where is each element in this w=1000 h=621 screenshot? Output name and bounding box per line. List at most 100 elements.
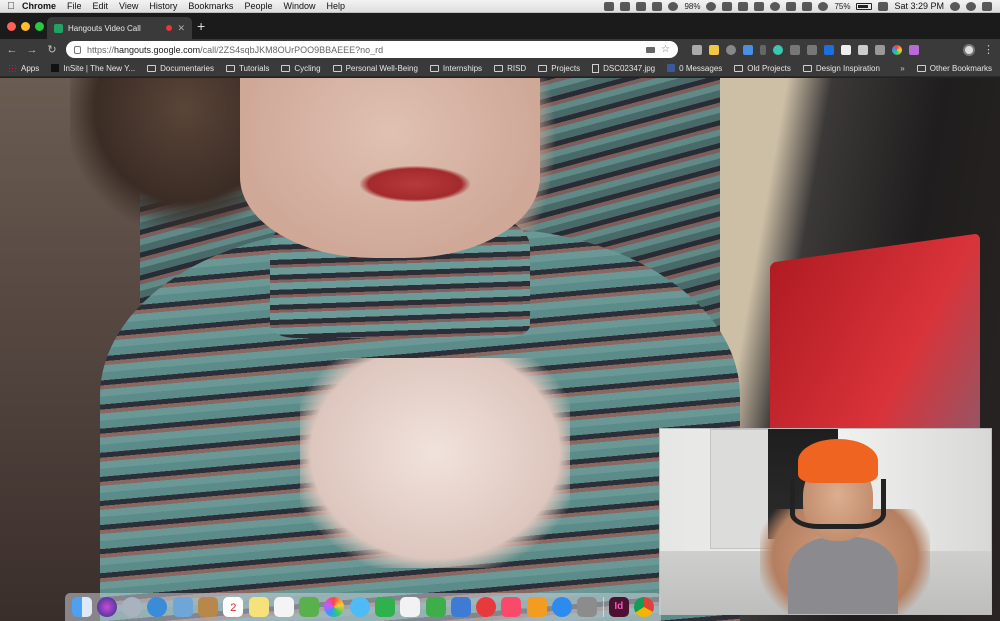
menu-history[interactable]: History <box>149 1 177 11</box>
dropbox-icon[interactable] <box>738 1 749 11</box>
extension-bar-icon[interactable] <box>760 44 766 55</box>
extension-gear-icon[interactable] <box>726 44 736 55</box>
extension-purple-icon[interactable] <box>909 44 919 55</box>
timer-icon[interactable] <box>706 1 717 11</box>
extension-layers-icon[interactable] <box>743 44 753 55</box>
extension-grid-icon[interactable] <box>790 44 800 55</box>
apple-menu-icon[interactable]:  <box>0 1 22 12</box>
menu-bookmarks[interactable]: Bookmarks <box>188 1 233 11</box>
menu-window[interactable]: Window <box>283 1 315 11</box>
url-text[interactable]: https://hangouts.google.com/call/2ZS4sqb… <box>87 45 640 55</box>
app-store-icon[interactable] <box>551 597 572 617</box>
photos-icon[interactable] <box>324 597 345 617</box>
menu-edit[interactable]: Edit <box>93 1 109 11</box>
extension-notes-icon[interactable] <box>709 44 719 55</box>
extension-tag-icon[interactable] <box>875 44 885 55</box>
bookmark-star-icon[interactable]: ☆ <box>661 44 670 55</box>
forward-icon[interactable]: → <box>26 44 38 56</box>
facetime-icon[interactable] <box>375 597 396 617</box>
siri-icon[interactable] <box>96 597 117 617</box>
menu-help[interactable]: Help <box>326 1 345 11</box>
clock[interactable]: Sat 3:29 PM <box>894 1 944 11</box>
bookmark-insite[interactable]: InSite | The New Y... <box>51 64 135 73</box>
maximize-window-icon[interactable] <box>35 22 44 31</box>
music-icon[interactable] <box>501 597 522 617</box>
numbers-icon[interactable] <box>425 597 446 617</box>
grammarly-icon[interactable] <box>668 1 679 11</box>
menu-app-name[interactable]: Chrome <box>22 1 56 11</box>
extension-circle-icon[interactable] <box>773 44 783 55</box>
notes-book-icon[interactable] <box>198 597 219 617</box>
self-view-video[interactable] <box>659 428 992 615</box>
back-icon[interactable]: ← <box>6 44 18 56</box>
bookmark-personal-well-being[interactable]: Personal Well-Being <box>332 64 418 73</box>
extension-home-icon[interactable] <box>858 44 868 55</box>
bookmark-risd[interactable]: RISD <box>494 64 526 73</box>
notification-center-icon[interactable] <box>982 1 992 11</box>
system-preferences-icon[interactable] <box>577 597 598 617</box>
new-tab-button[interactable]: + <box>197 19 205 33</box>
extension-shield-icon[interactable] <box>824 44 834 55</box>
address-bar[interactable]: https://hangouts.google.com/call/2ZS4sqb… <box>66 41 678 58</box>
bookmark-dsc02347[interactable]: DSC02347.jpg <box>592 63 655 73</box>
preview-icon[interactable] <box>172 597 193 617</box>
chrome-icon[interactable] <box>634 597 655 617</box>
tab-close-icon[interactable]: ✕ <box>177 23 185 34</box>
hangouts-favicon-icon <box>54 23 63 33</box>
bookmark-documentaries[interactable]: Documentaries <box>147 64 214 73</box>
stickies-icon[interactable] <box>248 597 269 617</box>
menu-people[interactable]: People <box>244 1 272 11</box>
bookmark-projects[interactable]: Projects <box>538 64 580 73</box>
bookmark-label: Design Inspiration <box>815 63 880 73</box>
minimize-window-icon[interactable] <box>21 22 30 31</box>
keynote-icon[interactable] <box>450 597 471 617</box>
menu-file[interactable]: File <box>67 1 82 11</box>
bookmark-old-projects[interactable]: Old Projects <box>734 64 791 73</box>
books-icon[interactable] <box>526 597 547 617</box>
us-flag-icon[interactable] <box>878 1 889 11</box>
safari-icon[interactable] <box>147 597 168 617</box>
extension-color-icon[interactable] <box>892 44 902 55</box>
battery-icon[interactable] <box>856 2 873 10</box>
doc-icon[interactable] <box>652 1 663 11</box>
bookmark-design-inspiration[interactable]: Design Inspiration <box>802 63 880 73</box>
other-bookmarks[interactable]: Other Bookmarks <box>916 64 992 73</box>
bookmark-internships[interactable]: Internships <box>429 64 482 73</box>
spotlight-search-icon[interactable] <box>950 1 960 11</box>
textedit-icon[interactable] <box>400 597 421 617</box>
screen-record-icon[interactable] <box>604 1 615 11</box>
extension-screenshot-icon[interactable] <box>692 44 702 55</box>
bookmark-messages[interactable]: 0 Messages <box>667 64 722 73</box>
user-icon[interactable] <box>966 1 976 11</box>
launchpad-icon[interactable] <box>122 597 143 617</box>
evernote-icon[interactable] <box>636 1 647 11</box>
wifi-icon[interactable] <box>818 1 829 11</box>
menu-view[interactable]: View <box>119 1 138 11</box>
finder-icon[interactable] <box>71 597 92 617</box>
messages-icon[interactable] <box>349 597 370 617</box>
bookmark-tutorials[interactable]: Tutorials <box>225 64 269 73</box>
profile-avatar-icon[interactable] <box>963 43 975 56</box>
reload-icon[interactable]: ↻ <box>46 43 58 56</box>
photo-booth-icon[interactable] <box>299 597 320 617</box>
timemachine-icon[interactable] <box>786 1 797 11</box>
bookmark-apps[interactable]: Apps <box>8 63 39 73</box>
chrome-menu-icon[interactable]: ⋮ <box>983 43 994 56</box>
sync-icon[interactable] <box>770 1 781 11</box>
spotlight-app-icon[interactable] <box>722 1 733 11</box>
lock-icon[interactable] <box>74 45 81 54</box>
reminders-icon[interactable] <box>273 597 294 617</box>
camera-in-use-icon[interactable] <box>646 46 656 53</box>
news-icon[interactable] <box>476 597 497 617</box>
tab-hangouts[interactable]: Hangouts Video Call ✕ <box>47 17 192 39</box>
extension-move-icon[interactable] <box>807 44 817 55</box>
rocket-icon[interactable] <box>620 1 631 11</box>
calendar-icon[interactable]: 2 <box>223 597 244 617</box>
cloud-icon[interactable] <box>754 1 765 11</box>
bookmark-cycling[interactable]: Cycling <box>281 64 321 73</box>
bookmarks-overflow-button[interactable]: » <box>900 64 904 73</box>
indesign-icon[interactable]: Id <box>608 597 629 617</box>
extension-s-icon[interactable] <box>841 44 851 55</box>
close-window-icon[interactable] <box>7 22 16 31</box>
bluetooth-icon[interactable] <box>802 1 813 11</box>
